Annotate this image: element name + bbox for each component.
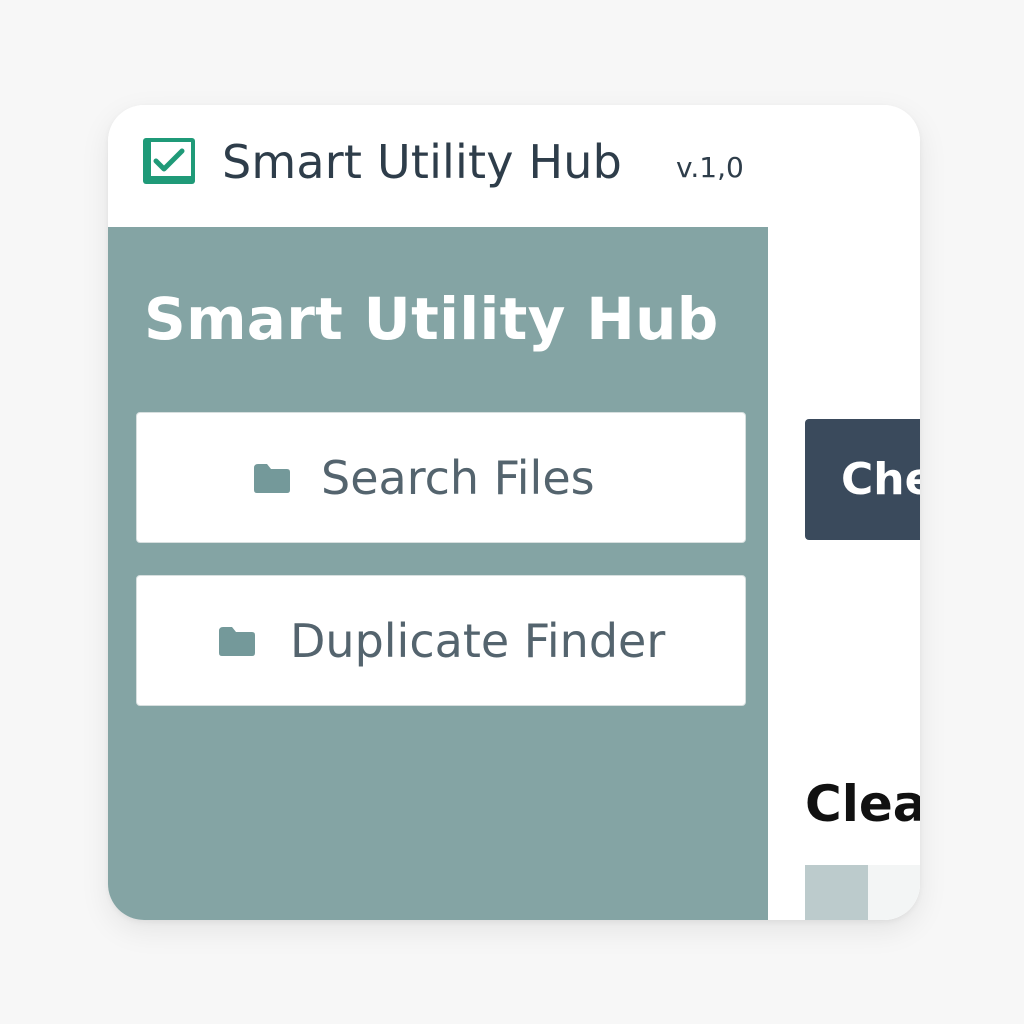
version-label: v.1,0 — [676, 151, 744, 184]
sidebar: Smart Utility Hub Search Files Duplicate… — [108, 227, 768, 920]
results-table — [805, 865, 920, 920]
checklist-app-icon — [142, 137, 196, 185]
section-heading: Clea — [805, 775, 920, 833]
window-title: Smart Utility Hub — [222, 135, 623, 189]
search-files-label: Search Files — [321, 451, 595, 505]
table-header-cell — [805, 865, 868, 920]
duplicate-finder-label: Duplicate Finder — [290, 614, 666, 668]
search-files-button[interactable]: Search Files — [136, 412, 746, 543]
title-bar: Smart Utility Hub v.1,0 — [108, 105, 920, 227]
duplicate-finder-button[interactable]: Duplicate Finder — [136, 575, 746, 706]
folder-icon — [217, 625, 257, 657]
check-button[interactable]: Che — [805, 419, 920, 540]
main-content: Che Clea — [768, 227, 920, 920]
app-window: Smart Utility Hub v.1,0 Smart Utility Hu… — [108, 105, 920, 920]
folder-icon — [252, 462, 292, 494]
sidebar-heading: Smart Utility Hub — [144, 285, 719, 353]
